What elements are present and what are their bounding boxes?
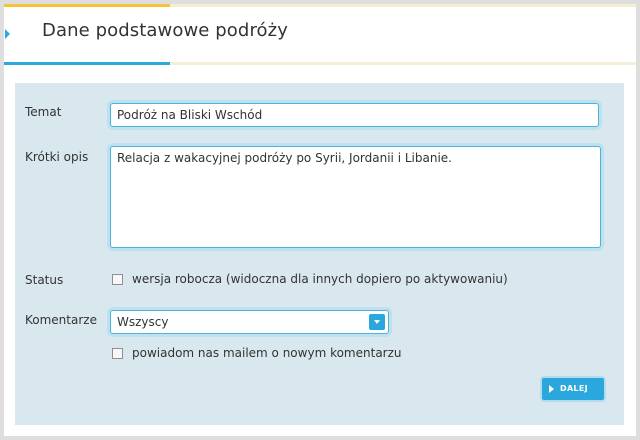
chevron-down-icon[interactable]	[369, 314, 385, 330]
title-marker-icon	[5, 29, 10, 39]
comments-select-value: Wszyscy	[117, 315, 169, 329]
comments-select[interactable]: Wszyscy	[110, 310, 389, 334]
page-frame: Dane podstawowe podróży Temat Podróż na …	[4, 4, 636, 436]
next-button[interactable]: DALEJ	[542, 378, 604, 400]
form-panel: Temat Podróż na Bliski Wschód Krótki opi…	[15, 83, 624, 425]
description-textarea[interactable]: Relacja z wakacyjnej podróży po Syrii, J…	[110, 146, 601, 248]
draft-checkbox[interactable]	[112, 274, 123, 285]
comments-label: Komentarze	[25, 313, 97, 327]
page-title: Dane podstawowe podróży	[42, 20, 288, 41]
description-label: Krótki opis	[25, 150, 89, 164]
play-icon	[549, 385, 554, 393]
notify-checkbox-label: powiadom nas mailem o nowym komentarzu	[132, 346, 402, 360]
draft-checkbox-label: wersja robocza (widoczna dla innych dopi…	[132, 272, 508, 286]
next-button-label: DALEJ	[560, 384, 588, 393]
header-top-border	[4, 4, 636, 7]
notify-checkbox[interactable]	[112, 348, 123, 359]
header-underline	[4, 62, 636, 65]
topic-input[interactable]: Podróż na Bliski Wschód	[110, 103, 599, 127]
topic-label: Temat	[25, 105, 62, 119]
status-label: Status	[25, 273, 64, 287]
